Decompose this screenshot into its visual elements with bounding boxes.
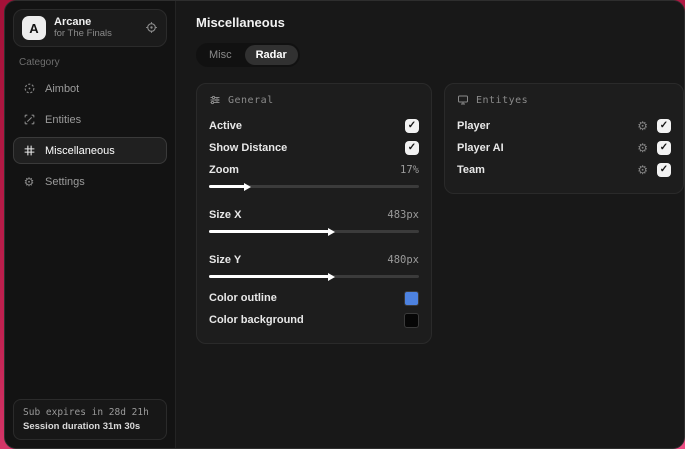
page-title: Miscellaneous [196,15,285,30]
zoom-value: 17% [400,164,419,176]
check-icon: ✓ [659,120,669,131]
app-name: Arcane [54,16,92,29]
app-title-block: Arcane for The Finals [54,16,137,40]
setting-label: Color outline [209,292,277,304]
setting-label: Size Y [209,254,242,266]
setting-label: Active [209,120,243,132]
tab-bar: Misc Radar [196,43,300,67]
color-background-swatch[interactable] [404,312,419,328]
check-icon: ✓ [659,164,669,175]
subscription-info-card: Sub expires in 28d 21h Session duration … [13,399,167,440]
sidebar-item-label: Settings [45,176,85,188]
app-header-card: A Arcane for The Finals [13,9,167,47]
entities-panel-title: Entityes [476,94,529,106]
setting-row-color-outline: Color outline [209,287,419,309]
app-subtitle: for The Finals [54,27,112,39]
monitor-icon [457,94,469,106]
size-y-slider[interactable] [209,275,419,278]
sidebar-item-miscellaneous[interactable]: Miscellaneous [13,137,167,164]
team-checkbox[interactable]: ✓ [657,163,671,177]
gear-icon[interactable]: ⚙ [637,164,648,176]
sidebar-item-entities[interactable]: Entities [13,106,167,133]
gear-icon[interactable]: ⚙ [637,142,648,154]
app-logo: A [22,16,46,40]
grid-icon [22,144,36,157]
setting-row-size-y: Size Y 480px [209,249,419,271]
entities-panel: Entityes Player ⚙ ✓ Player AI ⚙ ✓ Team ⚙… [444,83,684,194]
general-panel-header: General [209,94,419,106]
size-x-slider-fill [209,230,329,233]
setting-label: Zoom [209,164,239,176]
entity-controls: ⚙ ✓ [637,119,671,133]
show-distance-checkbox[interactable]: ✓ [405,141,419,155]
setting-label: Color background [209,314,304,326]
size-y-slider-fill [209,275,329,278]
sidebar: A Arcane for The Finals Category Aimbot … [5,1,176,448]
entity-row-player: Player ⚙ ✓ [457,115,671,137]
gear-icon[interactable]: ⚙ [637,120,648,132]
sidebar-nav: Aimbot Entities Miscellaneous ⚙ Settings [5,74,175,197]
setting-row-show-distance: Show Distance ✓ [209,137,419,159]
color-outline-swatch[interactable] [404,290,419,306]
app-logo-letter: A [29,20,39,36]
category-label: Category [19,57,60,68]
sidebar-item-label: Miscellaneous [45,144,115,157]
entity-row-player-ai: Player AI ⚙ ✓ [457,137,671,159]
sidebar-item-settings[interactable]: ⚙ Settings [13,168,167,196]
zoom-slider[interactable] [209,185,419,188]
app-window: A Arcane for The Finals Category Aimbot … [4,0,685,449]
panels-row: General Active ✓ Show Distance ✓ Zoom 17… [196,83,684,344]
setting-row-zoom: Zoom 17% [209,159,419,181]
check-icon: ✓ [407,120,417,131]
tab-misc[interactable]: Misc [198,45,243,65]
entity-label: Player [457,120,491,132]
check-icon: ✓ [407,142,417,153]
sidebar-item-label: Aimbot [45,82,80,95]
general-panel: General Active ✓ Show Distance ✓ Zoom 17… [196,83,432,344]
zoom-slider-fill [209,185,245,188]
general-panel-title: General [228,94,274,106]
entity-label: Player AI [457,142,504,154]
app-settings-icon[interactable] [145,21,158,36]
active-checkbox[interactable]: ✓ [405,119,419,133]
size-x-slider[interactable] [209,230,419,233]
entities-icon [22,113,36,126]
size-y-value: 480px [387,254,419,266]
tab-radar[interactable]: Radar [244,45,298,65]
setting-label: Show Distance [209,142,288,154]
entity-controls: ⚙ ✓ [637,163,671,177]
check-icon: ✓ [659,142,669,153]
crosshair-icon [22,82,36,95]
main-content: Miscellaneous Misc Radar General Active … [176,1,684,448]
sliders-icon [209,94,221,106]
setting-row-active: Active ✓ [209,115,419,137]
size-x-value: 483px [387,209,419,221]
entities-panel-header: Entityes [457,94,671,106]
entity-row-team: Team ⚙ ✓ [457,159,671,181]
sidebar-item-label: Entities [45,113,82,126]
sidebar-item-aimbot[interactable]: Aimbot [13,75,167,102]
setting-label: Size X [209,209,242,221]
setting-row-size-x: Size X 483px [209,204,419,226]
setting-row-color-background: Color background [209,309,419,331]
player-ai-checkbox[interactable]: ✓ [657,141,671,155]
desktop-background: A Arcane for The Finals Category Aimbot … [0,0,685,449]
gear-icon: ⚙ [23,175,35,189]
entity-label: Team [457,164,485,176]
sub-expires-text: Sub expires in 28d 21h [23,407,149,418]
entity-controls: ⚙ ✓ [637,141,671,155]
player-checkbox[interactable]: ✓ [657,119,671,133]
session-duration-text: Session duration 31m 30s [23,421,141,432]
